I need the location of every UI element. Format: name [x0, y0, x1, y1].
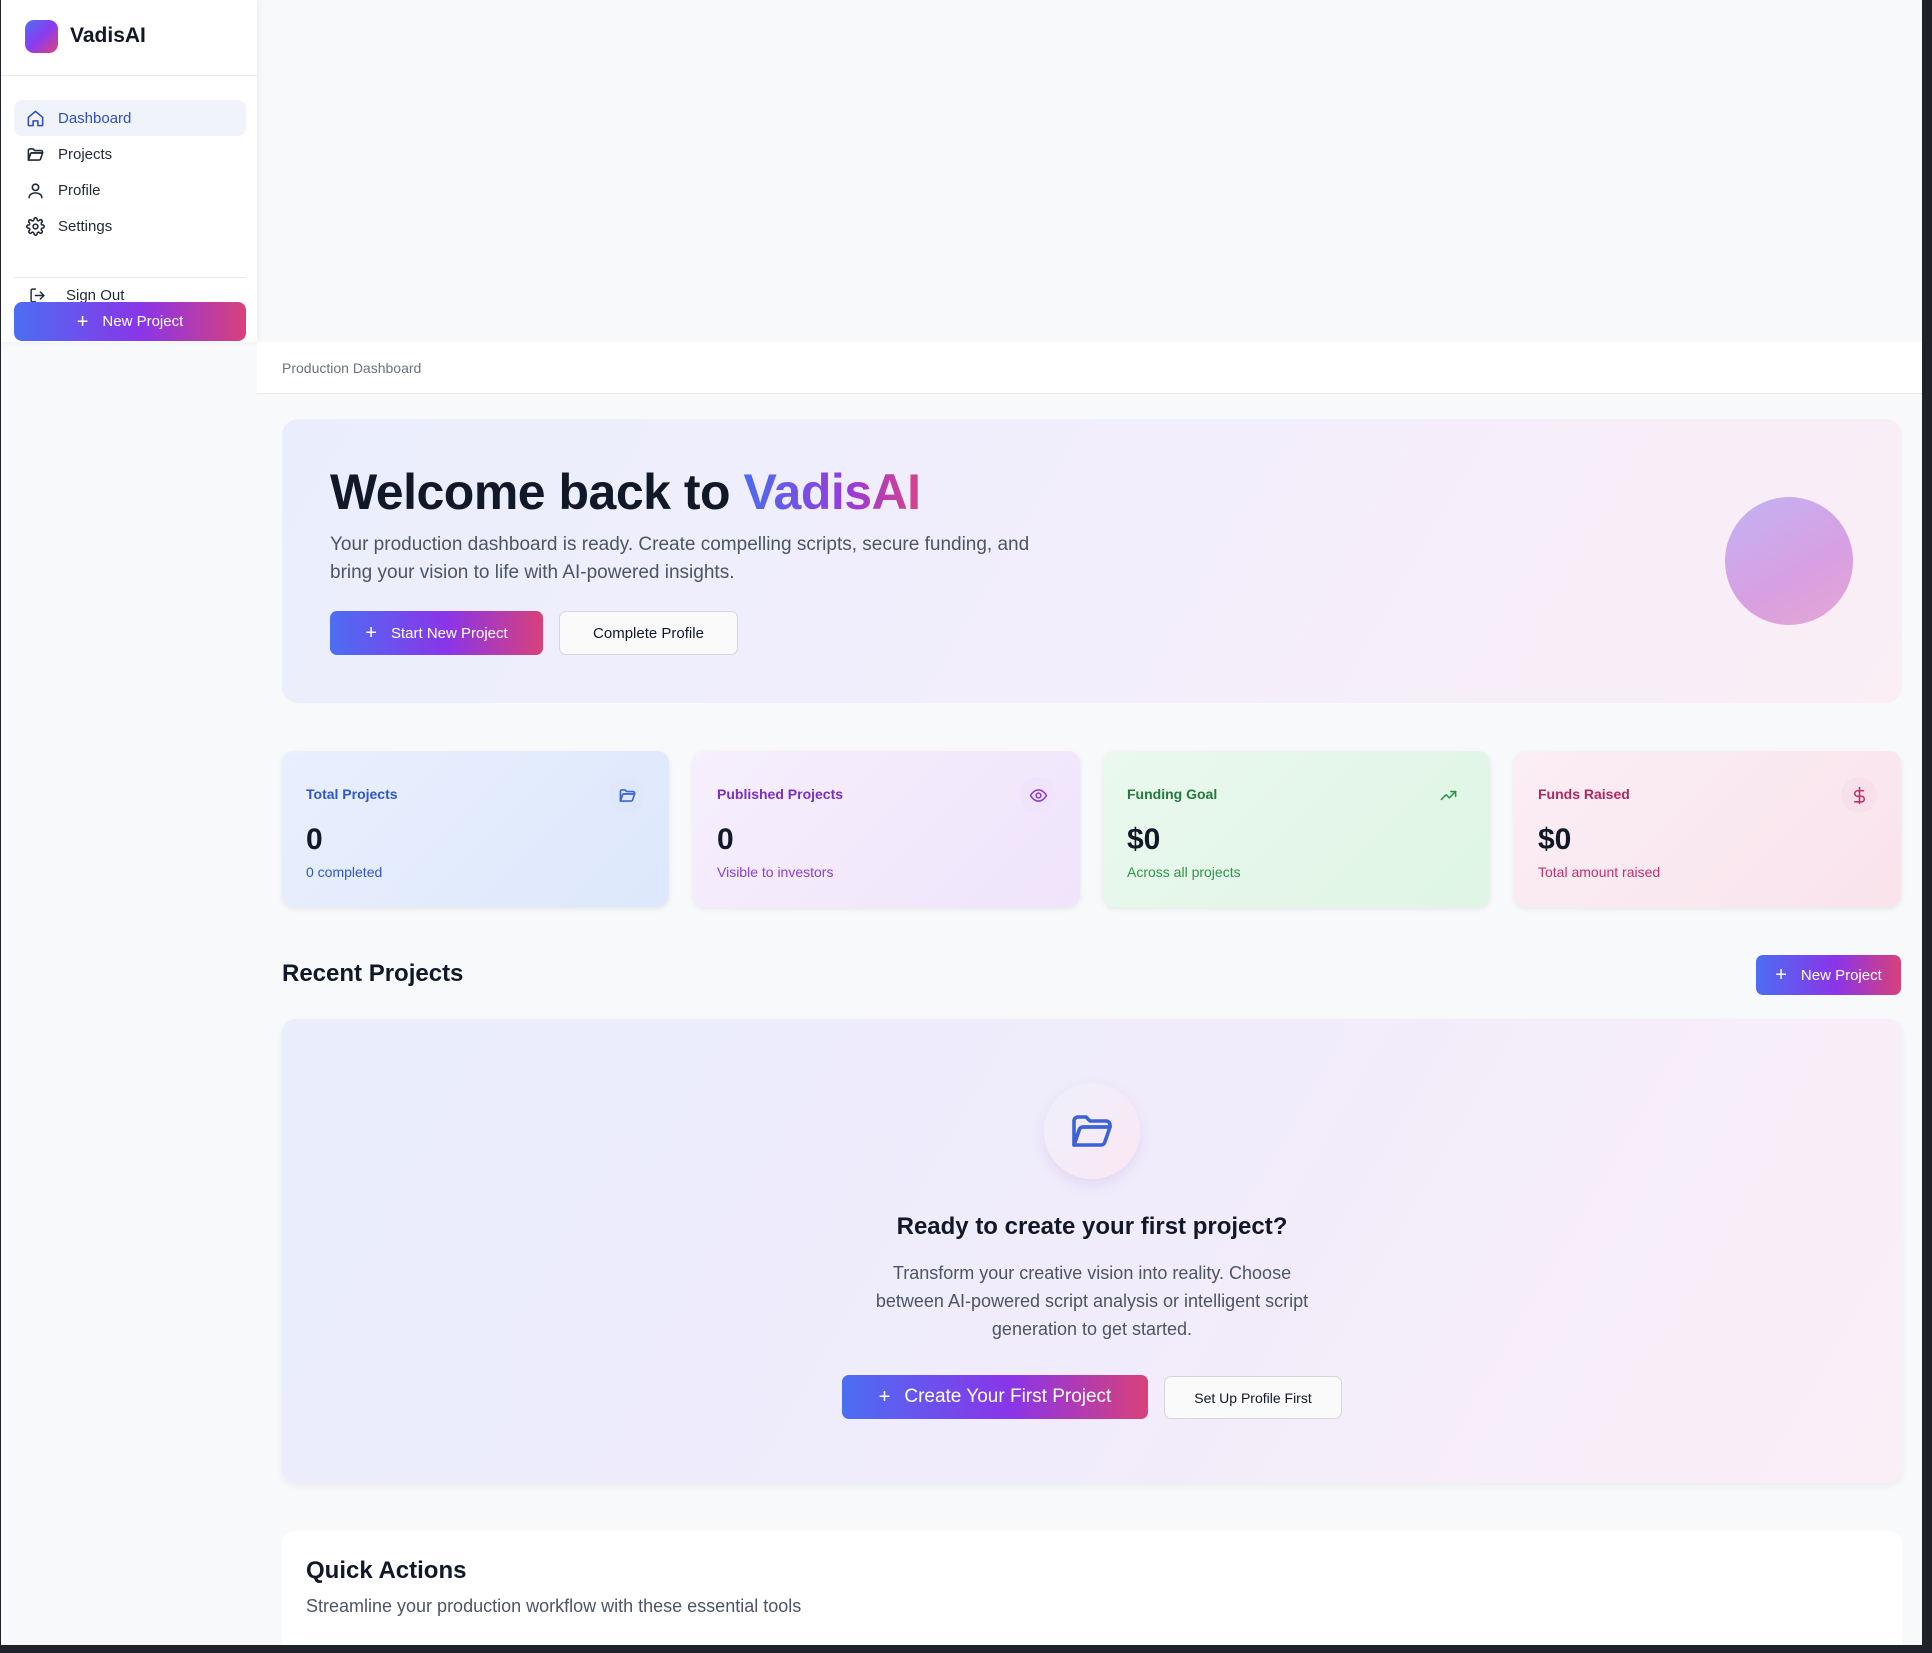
sidebar-nav: Dashboard Projects Profile Settings — [14, 100, 246, 244]
sidebar: VadisAI Dashboard Projects Profile Setti… — [1, 0, 257, 342]
new-project-button[interactable]: + New Project — [1756, 955, 1901, 995]
plus-icon: + — [878, 1386, 891, 1408]
button-label: Create Your First Project — [904, 1386, 1112, 1407]
quick-actions-title: Quick Actions — [306, 1557, 467, 1584]
stat-value: 0 — [306, 823, 323, 856]
sidebar-item-settings[interactable]: Settings — [14, 208, 246, 244]
stat-card-total-projects: Total Projects 0 0 completed — [282, 751, 669, 907]
stat-subtext: Total amount raised — [1538, 864, 1661, 880]
empty-state-title: Ready to create your first project? — [896, 1213, 1288, 1240]
button-label: New Project — [1800, 966, 1882, 984]
folder-icon — [27, 147, 44, 161]
set-up-profile-button[interactable]: Set Up Profile First — [1164, 1376, 1342, 1419]
stat-card-published-projects: Published Projects 0 Visible to investor… — [693, 751, 1080, 907]
brand[interactable]: VadisAI — [25, 19, 146, 53]
top-bar: Production Dashboard — [257, 342, 1922, 394]
app-window: VadisAI Dashboard Projects Profile Setti… — [1, 0, 1922, 1645]
stat-value: $0 — [1127, 823, 1161, 856]
user-icon — [28, 182, 43, 198]
empty-projects-state: Ready to create your first project? Tran… — [282, 1019, 1902, 1483]
page-title: Production Dashboard — [282, 360, 422, 376]
stat-subtext: Across all projects — [1127, 864, 1241, 880]
decorative-orb — [1725, 497, 1853, 625]
sidebar-item-label: Settings — [58, 217, 113, 235]
plus-icon: + — [365, 622, 377, 644]
stat-card-funds-raised: Funds Raised $0 Total amount raised — [1514, 751, 1901, 907]
start-new-project-button[interactable]: + Start New Project — [330, 611, 543, 655]
gear-icon — [26, 216, 45, 236]
create-first-project-button[interactable]: + Create Your First Project — [842, 1375, 1148, 1419]
sidebar-item-projects[interactable]: Projects — [14, 136, 246, 172]
sidebar-item-label: Projects — [58, 145, 113, 163]
empty-state-description: Transform your creative vision into real… — [875, 1263, 1309, 1339]
quick-actions-subtitle: Streamline your production workflow with… — [306, 1596, 802, 1616]
plus-icon: + — [76, 310, 89, 333]
complete-profile-button[interactable]: Complete Profile — [559, 611, 738, 655]
stat-label: Funding Goal — [1127, 786, 1218, 802]
welcome-title-prefix: Welcome back to — [330, 464, 744, 520]
welcome-card: Welcome back to VadisAI Your production … — [282, 419, 1902, 703]
welcome-title-brand: VadisAI — [743, 464, 921, 520]
stat-subtext: Visible to investors — [717, 864, 834, 880]
folder-open-icon — [609, 777, 645, 813]
stat-subtext: 0 completed — [306, 864, 383, 880]
sidebar-divider — [14, 277, 246, 278]
brand-name: VadisAI — [70, 24, 146, 47]
welcome-subtitle: Your production dashboard is ready. Crea… — [330, 534, 1030, 583]
eye-icon — [1020, 777, 1056, 813]
sidebar-item-label: Profile — [58, 181, 101, 199]
sidebar-item-label: Dashboard — [58, 109, 132, 127]
sidebar-item-dashboard[interactable]: Dashboard — [14, 100, 246, 136]
stat-card-funding-goal: Funding Goal $0 Across all projects — [1103, 751, 1490, 907]
recent-projects-title: Recent Projects — [282, 960, 464, 987]
quick-actions-card: Quick Actions Streamline your production… — [282, 1531, 1902, 1645]
button-label: Start New Project — [390, 624, 508, 642]
button-label: New Project — [102, 313, 184, 330]
dollar-icon — [1841, 777, 1877, 813]
sidebar-new-project-button[interactable]: + New Project — [14, 302, 246, 341]
stat-label: Total Projects — [306, 786, 398, 802]
stat-label: Funds Raised — [1538, 786, 1630, 802]
stat-value: 0 — [717, 823, 734, 856]
stat-value: $0 — [1538, 823, 1572, 856]
trending-up-icon — [1430, 777, 1466, 813]
brand-logo — [25, 19, 58, 53]
folder-open-icon — [1044, 1083, 1140, 1179]
sidebar-divider — [1, 75, 257, 76]
sidebar-item-profile[interactable]: Profile — [14, 172, 246, 208]
plus-icon: + — [1775, 964, 1787, 986]
stat-label: Published Projects — [717, 786, 844, 802]
home-icon — [27, 110, 44, 126]
welcome-title: Welcome back to VadisAI — [330, 463, 921, 521]
